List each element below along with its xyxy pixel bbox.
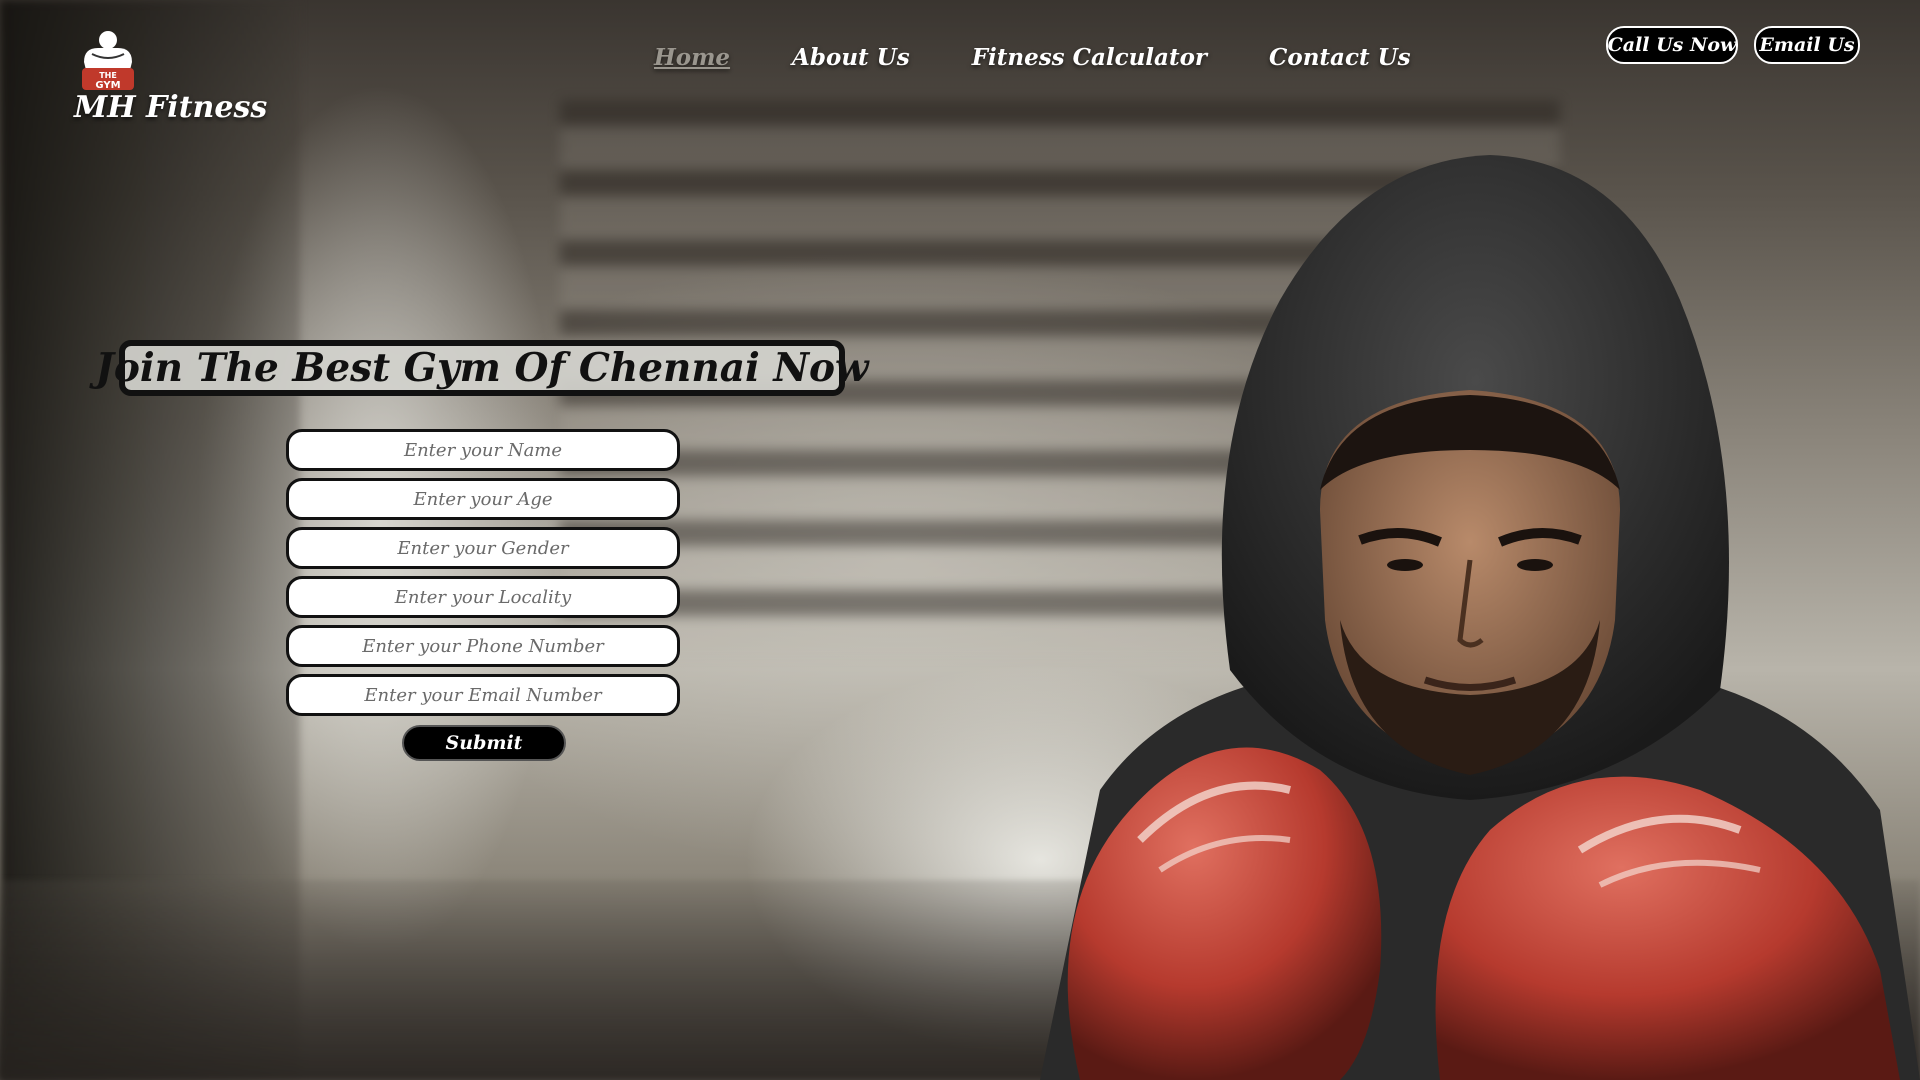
gym-logo-icon: THE GYM — [82, 31, 134, 91]
brand-name: MH Fitness — [74, 90, 268, 125]
logo[interactable]: THE GYM — [74, 28, 204, 92]
nav-link-about-us[interactable]: About Us — [792, 44, 910, 71]
email-us-button[interactable]: Email Us — [1754, 26, 1860, 64]
boxer-image — [1040, 155, 1920, 1080]
nav-link-contact-us[interactable]: Contact Us — [1269, 44, 1411, 71]
call-us-button[interactable]: Call Us Now — [1606, 26, 1738, 64]
submit-button[interactable]: Submit — [402, 725, 566, 761]
gender-input[interactable] — [286, 527, 680, 569]
age-input[interactable] — [286, 478, 680, 520]
signup-form: Submit — [286, 429, 680, 761]
nav-link-home[interactable]: Home — [654, 44, 730, 71]
nav-link-fitness-calculator[interactable]: Fitness Calculator — [972, 44, 1207, 71]
hero-title: Join The Best Gym Of Chennai Now — [95, 340, 869, 396]
phone-input[interactable] — [286, 625, 680, 667]
locality-input[interactable] — [286, 576, 680, 618]
main-nav: Home About Us Fitness Calculator Contact… — [654, 44, 1473, 71]
email-input[interactable] — [286, 674, 680, 716]
logo-text-top: THE — [99, 71, 117, 80]
name-input[interactable] — [286, 429, 680, 471]
